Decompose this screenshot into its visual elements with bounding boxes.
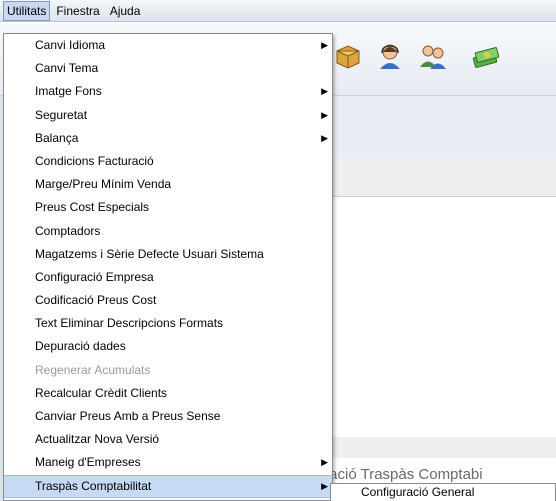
menu-item-label: Marge/Preu Mínim Venda — [35, 177, 172, 192]
menu-item-actualitzar-versio[interactable]: Actualitzar Nova Versió — [4, 428, 332, 451]
money-icon[interactable] — [470, 41, 500, 71]
menu-item-label: Magatzems i Sèrie Defecte Usuari Sistema — [35, 246, 264, 261]
menu-item-label: Regenerar Acumulats — [35, 362, 151, 377]
menu-item-regenerar-acumulats: Regenerar Acumulats — [4, 359, 332, 382]
menu-item-comptadors[interactable]: Comptadors — [4, 220, 332, 243]
menu-item-label: Maneig d'Empreses — [35, 455, 141, 470]
menu-item-label: Canvi Idioma — [35, 38, 106, 52]
support-agent-icon[interactable] — [375, 41, 405, 71]
submenu-item-configuracio-general[interactable]: Configuració General — [361, 485, 474, 499]
menu-finestra[interactable]: Finestra — [52, 1, 103, 21]
menu-item-label: Text Eliminar Descripcions Formats — [35, 316, 224, 331]
menu-item-label: Seguretat — [35, 107, 88, 122]
menu-item-canviar-preus[interactable]: Canviar Preus Amb a Preus Sense — [4, 405, 332, 428]
menu-item-condicions-facturacio[interactable]: Condicions Facturació — [4, 150, 332, 173]
submenu-arrow-icon: ▶ — [321, 457, 328, 468]
submenu-arrow-icon: ▶ — [321, 480, 328, 491]
box-icon[interactable] — [333, 41, 363, 71]
menu-item-label: Traspàs Comptabilitat — [35, 478, 152, 493]
menu-item-maneig-empreses[interactable]: Maneig d'Empreses ▶ — [4, 451, 332, 474]
menu-item-label: Comptadors — [35, 223, 101, 238]
menu-bar: Utilitats Finestra Ajuda — [0, 0, 556, 22]
menu-item-label: Canvi Tema — [35, 61, 99, 76]
menu-item-label: Codificació Preus Cost — [35, 293, 157, 308]
users-icon[interactable] — [418, 41, 448, 71]
menu-item-traspas-comptabilitat[interactable]: Traspàs Comptabilitat ▶ — [4, 474, 332, 498]
menu-utilitats[interactable]: Utilitats — [3, 0, 51, 21]
menu-ajuda[interactable]: Ajuda — [106, 1, 145, 21]
submenu-arrow-icon: ▶ — [321, 86, 328, 97]
submenu-arrow-icon: ▶ — [321, 109, 328, 120]
menu-item-label: Configuració Empresa — [35, 269, 154, 284]
menu-item-imatge-fons[interactable]: Imatge Fons ▶ — [4, 80, 332, 103]
background-window-title: figuració Traspàs Comptabi — [300, 466, 483, 483]
utilitats-dropdown-menu: Canvi Idioma ▶ Canvi Tema Imatge Fons ▶ Se… — [3, 33, 333, 501]
menu-item-canvi-tema[interactable]: Canvi Tema — [4, 57, 332, 80]
menu-item-label: Condicions Facturació — [35, 153, 154, 168]
menu-item-magatzems-serie[interactable]: Magatzems i Sèrie Defecte Usuari Sistema — [4, 243, 332, 266]
menu-item-seguretat[interactable]: Seguretat ▶ — [4, 104, 332, 127]
content-panel-header — [330, 96, 556, 159]
content-pane — [330, 196, 556, 437]
menu-item-marge-preu-minim[interactable]: Marge/Preu Mínim Venda — [4, 173, 332, 196]
menu-item-configuracio-empresa[interactable]: Configuració Empresa — [4, 266, 332, 289]
traspas-submenu: Configuració General — [330, 483, 556, 501]
menu-item-label: Imatge Fons — [35, 84, 102, 99]
menu-item-recalcular-credit[interactable]: Recalcular Crèdit Clients — [4, 382, 332, 405]
menu-item-text-eliminar-descripcions[interactable]: Text Eliminar Descripcions Formats — [4, 312, 332, 335]
menu-item-label: Preus Cost Especials — [35, 200, 150, 215]
menu-item-balanca[interactable]: Balança ▶ — [4, 127, 332, 150]
menu-item-label: Recalcular Crèdit Clients — [35, 385, 168, 400]
menu-item-codificacio-preus-cost[interactable]: Codificació Preus Cost — [4, 289, 332, 312]
menu-item-label: Balança — [35, 130, 79, 145]
menu-item-label: Depuració dades — [35, 339, 126, 354]
submenu-arrow-icon: ▶ — [321, 40, 328, 50]
submenu-arrow-icon: ▶ — [321, 132, 328, 143]
menu-item-depuracio-dades[interactable]: Depuració dades — [4, 335, 332, 358]
menu-item-label: Actualitzar Nova Versió — [35, 432, 160, 447]
menu-item-canvi-idioma[interactable]: Canvi Idioma ▶ — [4, 34, 332, 57]
menu-item-label: Canviar Preus Amb a Preus Sense — [35, 409, 221, 423]
menu-item-preus-cost-especials[interactable]: Preus Cost Especials — [4, 196, 332, 219]
